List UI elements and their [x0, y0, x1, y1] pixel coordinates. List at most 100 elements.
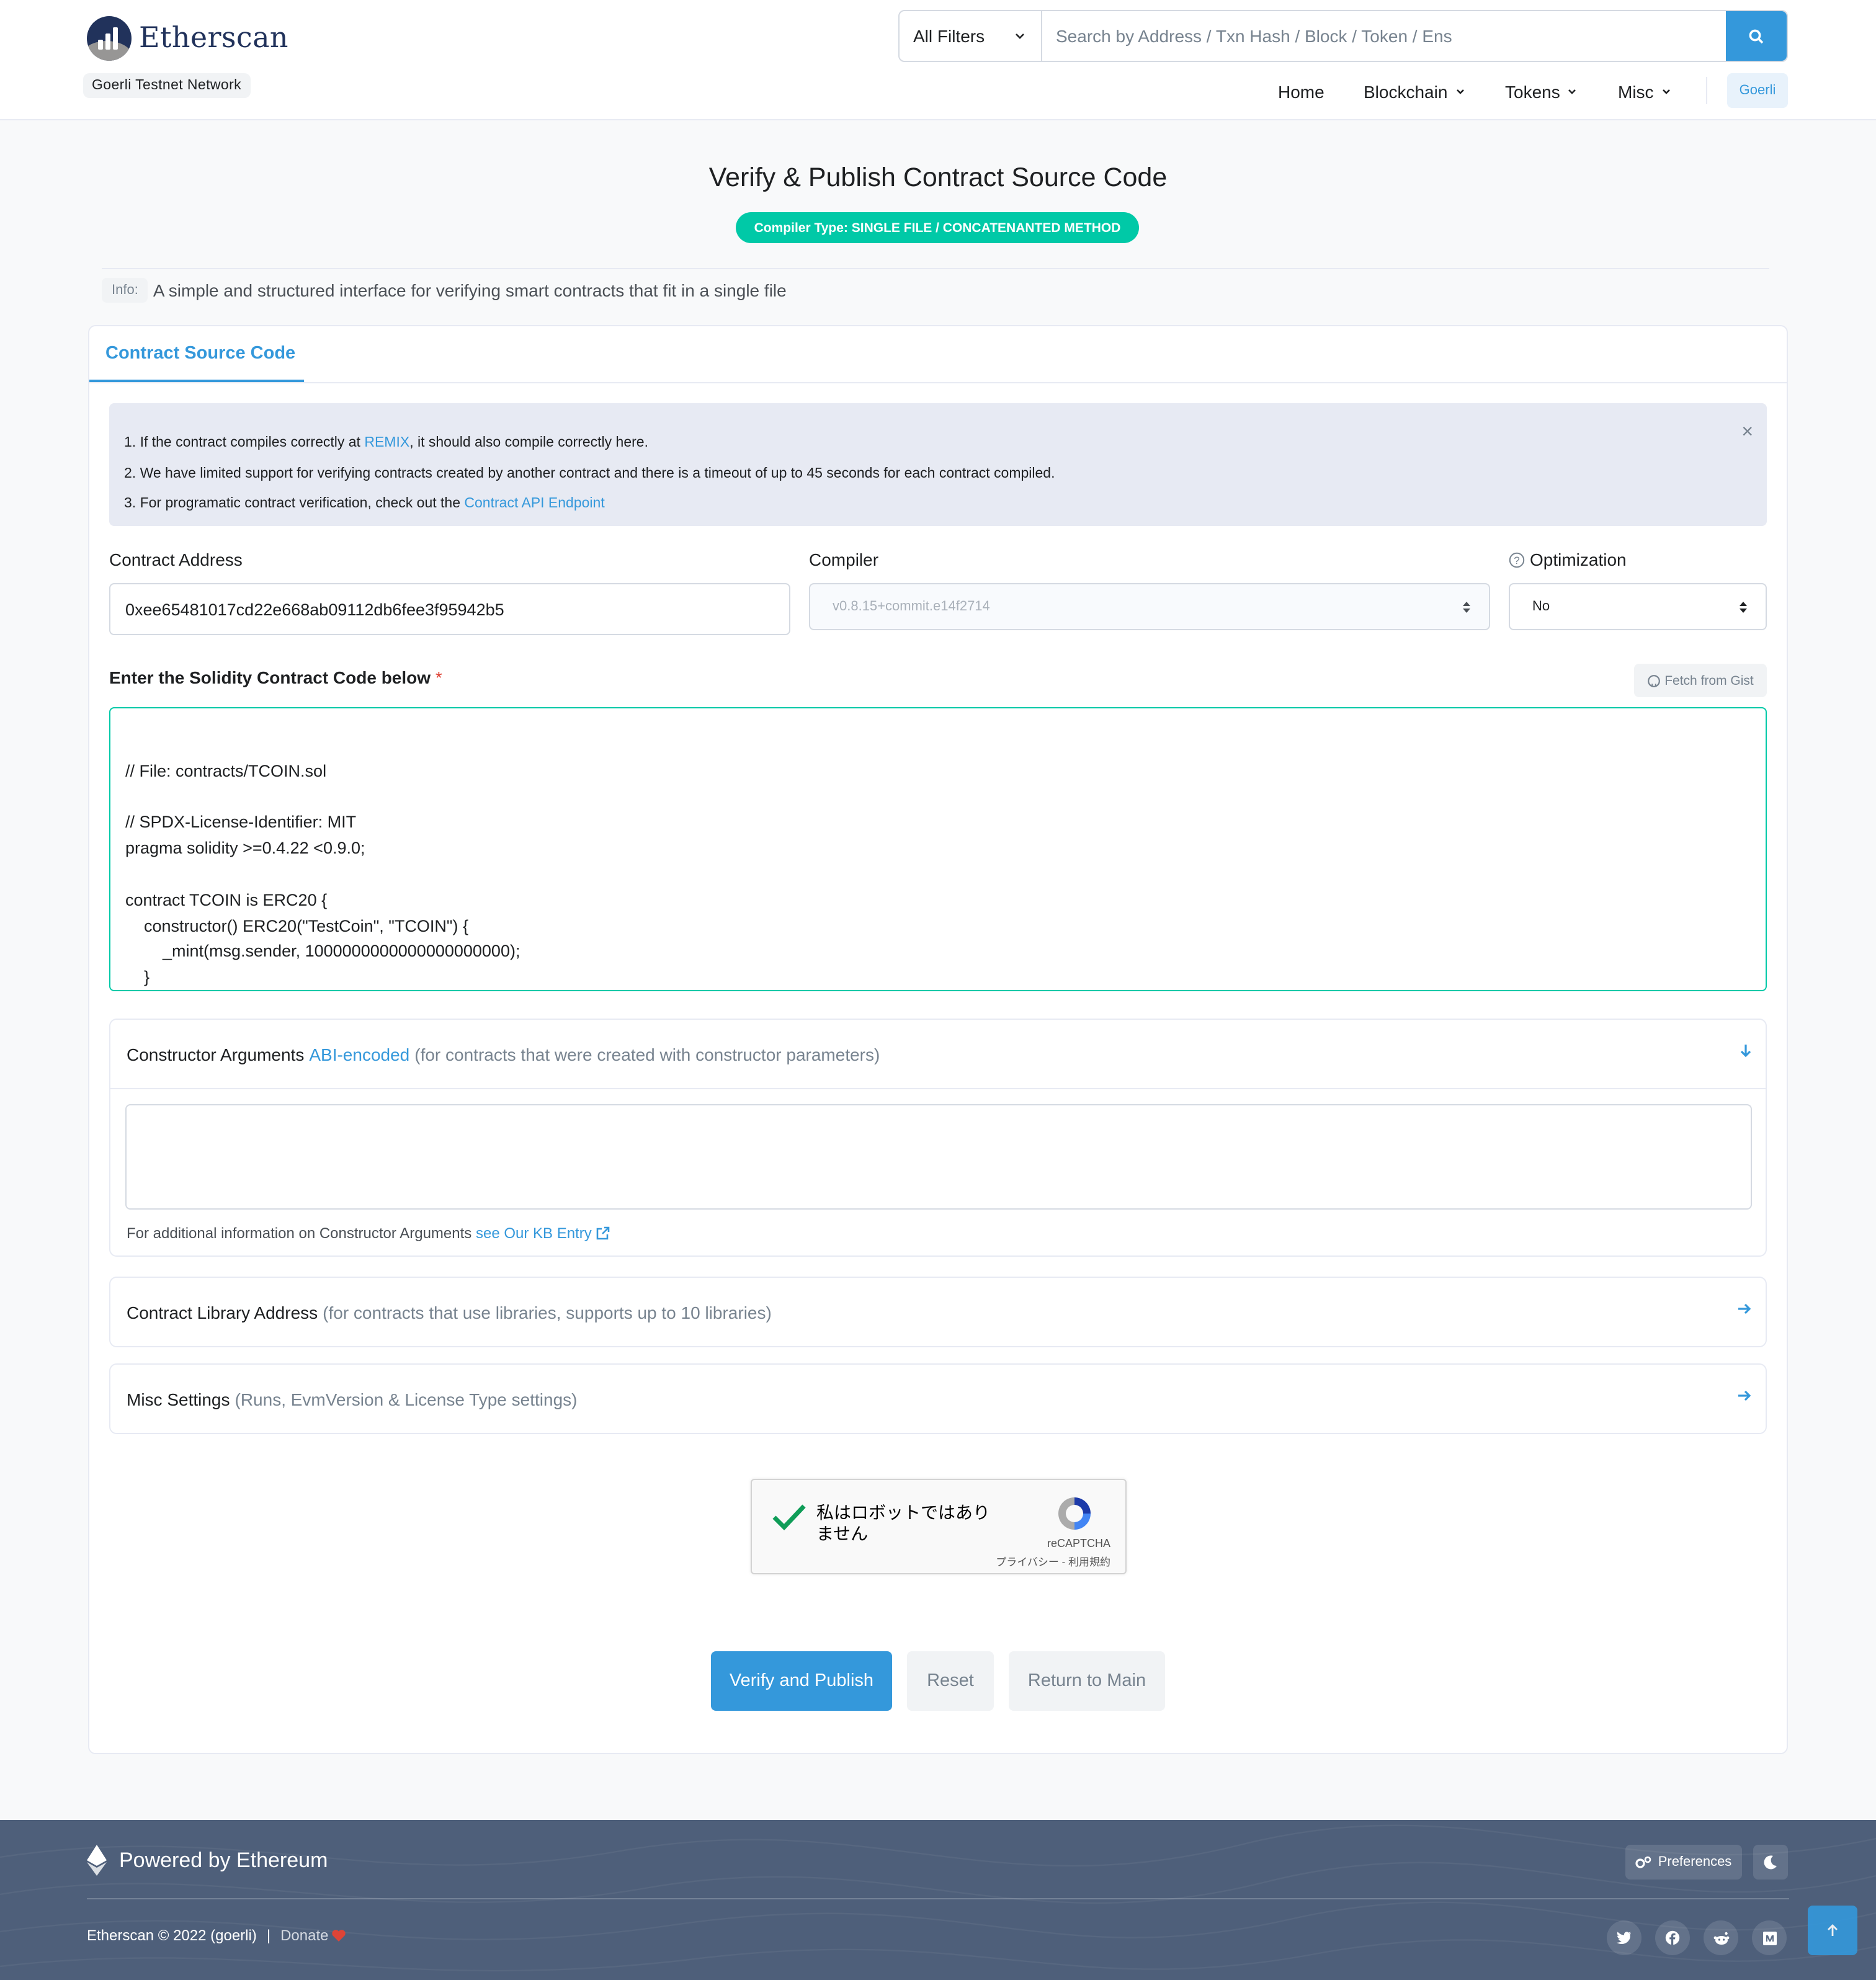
gears-icon — [1636, 1855, 1651, 1868]
constructor-arguments-header[interactable]: Constructor Arguments ABI-encoded (for c… — [110, 1020, 1766, 1089]
nav-misc-label: Misc — [1618, 82, 1654, 102]
logo-text: Etherscan — [139, 22, 288, 55]
nav-misc[interactable]: Misc — [1618, 82, 1671, 102]
reddit-icon — [1713, 1931, 1729, 1944]
checkmark-icon[interactable] — [770, 1501, 808, 1533]
optimization-label: Optimization — [1530, 550, 1627, 569]
contract-library-hint: (for contracts that use libraries, suppo… — [323, 1303, 772, 1322]
solidity-code-textarea[interactable]: // File: contracts/TCOIN.sol // SPDX-Lic… — [109, 707, 1767, 991]
tab-contract-source-code[interactable]: Contract Source Code — [105, 344, 295, 363]
etherscan-logo-icon — [87, 16, 132, 61]
github-icon — [1647, 674, 1660, 687]
compiler-value: v0.8.15+commit.e14f2714 — [833, 599, 990, 614]
info-text: A simple and structured interface for ve… — [153, 280, 787, 300]
contract-library-header[interactable]: Contract Library Address (for contracts … — [110, 1278, 1766, 1347]
nav-blockchain[interactable]: Blockchain — [1364, 82, 1465, 102]
misc-settings-header[interactable]: Misc Settings (Runs, EvmVersion & Licens… — [110, 1365, 1766, 1434]
preferences-button[interactable]: Preferences — [1625, 1845, 1742, 1880]
network-switch-button[interactable]: Goerli — [1727, 73, 1788, 108]
fetch-from-gist-label: Fetch from Gist — [1664, 673, 1754, 688]
required-mark: * — [435, 667, 442, 687]
panel-divider — [110, 1088, 1766, 1089]
compiler-label: Compiler — [809, 550, 879, 569]
close-icon[interactable]: × — [1741, 418, 1753, 448]
optimization-select[interactable]: No — [1509, 583, 1767, 630]
search-filter-label: All Filters — [913, 26, 985, 46]
back-to-top-button[interactable] — [1808, 1906, 1857, 1955]
search-bar: All Filters — [898, 10, 1788, 62]
remix-link[interactable]: REMIX — [364, 435, 409, 450]
fetch-from-gist-button[interactable]: Fetch from Gist — [1634, 664, 1767, 697]
etherscan-logo[interactable]: Etherscan — [87, 16, 288, 61]
chevron-down-icon — [1456, 89, 1464, 94]
nav-home-label: Home — [1278, 82, 1324, 102]
donate-link[interactable]: Donate — [280, 1927, 328, 1944]
constructor-arguments-panel: Constructor Arguments ABI-encoded (for c… — [109, 1019, 1767, 1257]
chevron-down-icon — [1662, 89, 1670, 94]
recaptcha-brand: reCAPTCHA — [1047, 1537, 1110, 1550]
reset-button[interactable]: Reset — [907, 1651, 994, 1711]
verify-and-publish-button[interactable]: Verify and Publish — [711, 1651, 892, 1711]
search-button[interactable] — [1726, 11, 1787, 61]
chevron-down-icon — [1016, 33, 1024, 39]
reddit-link[interactable] — [1704, 1920, 1738, 1955]
network-badge: Goerli Testnet Network — [83, 73, 251, 98]
twitter-icon — [1617, 1932, 1631, 1944]
topographic-background — [0, 1824, 1876, 1972]
arrow-right-icon — [1738, 1390, 1751, 1401]
constructor-arguments-title: Constructor Arguments — [127, 1045, 305, 1064]
contract-api-link[interactable]: Contract API Endpoint — [464, 496, 604, 511]
search-icon — [1749, 29, 1764, 43]
kb-help-text: For additional information on Constructo… — [127, 1224, 472, 1242]
compiler-select[interactable]: v0.8.15+commit.e14f2714 — [809, 583, 1490, 630]
site-footer: Powered by Ethereum Preferences Ethersca… — [0, 1820, 1876, 1980]
compiler-type-badge: Compiler Type: SINGLE FILE / CONCATENANT… — [736, 212, 1139, 243]
preferences-label: Preferences — [1658, 1855, 1732, 1870]
optimization-value: No — [1532, 599, 1550, 614]
page-title: Verify & Publish Contract Source Code — [708, 163, 1168, 192]
twitter-link[interactable] — [1607, 1920, 1642, 1955]
return-to-main-button[interactable]: Return to Main — [1009, 1651, 1165, 1711]
alert-line-1: 1. If the contract compiles correctly at… — [124, 428, 1752, 458]
external-link-icon — [597, 1226, 610, 1240]
moon-icon — [1764, 1855, 1777, 1870]
search-input[interactable] — [1042, 11, 1726, 61]
nav-tokens[interactable]: Tokens — [1505, 82, 1578, 102]
info-tag: Info: — [102, 278, 148, 303]
arrow-down-icon — [1740, 1045, 1751, 1058]
nav-blockchain-label: Blockchain — [1364, 82, 1448, 102]
dark-mode-toggle[interactable] — [1753, 1845, 1788, 1880]
sort-arrows-icon — [1740, 601, 1747, 612]
info-alert: 1. If the contract compiles correctly at… — [109, 403, 1767, 526]
optimization-label-row: ? Optimization — [1509, 550, 1627, 569]
sort-arrows-icon — [1463, 601, 1470, 612]
question-circle-icon[interactable]: ? — [1509, 551, 1525, 568]
chevron-down-icon — [1568, 89, 1576, 94]
powered-by-text: Powered by Ethereum — [119, 1848, 328, 1871]
misc-settings-hint: (Runs, EvmVersion & License Type setting… — [234, 1389, 578, 1409]
constructor-arguments-textarea[interactable] — [125, 1104, 1752, 1210]
footer-separator: | — [266, 1927, 271, 1944]
contract-library-panel: Contract Library Address (for contracts … — [109, 1277, 1767, 1347]
footer-divider — [87, 1898, 1789, 1899]
alert-line-1-prefix: 1. If the contract compiles correctly at — [124, 435, 365, 450]
facebook-link[interactable] — [1655, 1920, 1690, 1955]
constructor-arguments-hint: (for contracts that were created with co… — [414, 1045, 880, 1064]
medium-icon — [1762, 1931, 1776, 1945]
contract-address-input[interactable]: 0xee65481017cd22e668ab09112db6fee3f95942… — [109, 583, 790, 635]
info-row: Info: A simple and structured interface … — [102, 278, 787, 303]
solidity-code-label-text: Enter the Solidity Contract Code below — [109, 667, 431, 687]
heart-icon — [331, 1929, 346, 1941]
abi-encoded-link[interactable]: ABI-encoded — [309, 1045, 409, 1064]
arrow-up-icon — [1828, 1924, 1838, 1936]
kb-entry-link[interactable]: see Our KB Entry — [476, 1224, 592, 1242]
contract-library-title: Contract Library Address — [127, 1303, 318, 1322]
medium-link[interactable] — [1752, 1920, 1787, 1955]
footer-copyright-row: Etherscan © 2022 (goerli) | Donate — [87, 1927, 346, 1944]
nav-home[interactable]: Home — [1278, 82, 1324, 102]
recaptcha-terms-link[interactable]: プライバシー - 利用規約 — [996, 1554, 1110, 1569]
arrow-right-icon — [1738, 1303, 1751, 1314]
alert-line-3: 3. For programatic contract verification… — [124, 489, 1752, 519]
site-header: Etherscan Goerli Testnet Network All Fil… — [0, 0, 1876, 120]
search-filter-select[interactable]: All Filters — [900, 11, 1042, 61]
